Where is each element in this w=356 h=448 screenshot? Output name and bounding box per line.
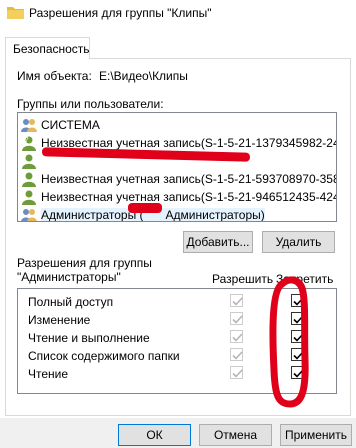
object-name-value: E:\Видео\Клипы [99, 69, 188, 83]
list-item-label: СИСТЕМА [41, 118, 100, 132]
title-bar: Разрешения для группы "Клипы" [0, 0, 356, 28]
permission-name: Список содержимого папки [28, 349, 180, 363]
folder-icon [7, 7, 24, 19]
allow-checkbox[interactable] [230, 312, 243, 325]
add-button[interactable]: Добавить... [183, 231, 253, 253]
ok-button[interactable]: ОК [118, 424, 191, 446]
groups-users-label: Группы или пользователи: [17, 97, 164, 111]
remove-button[interactable]: Удалить [262, 231, 335, 253]
unknown-user-icon [22, 190, 36, 205]
object-name-label: Имя объекта: [17, 69, 92, 83]
window-title: Разрешения для группы "Клипы" [29, 6, 212, 20]
allow-checkbox[interactable] [230, 294, 243, 307]
allow-checkbox[interactable] [230, 330, 243, 343]
permission-name: Чтение и выполнение [28, 331, 150, 345]
users-group-icon [21, 119, 37, 132]
list-item-label: Неизвестная учетная запись(S-1-5-21-5937… [41, 172, 337, 186]
permissions-heading: Разрешения для группы [17, 256, 152, 270]
redaction-stroke [128, 203, 162, 213]
allow-checkbox[interactable] [230, 348, 243, 361]
allow-column-header: Разрешить [212, 272, 274, 286]
red-annotation-outline [269, 276, 309, 408]
permissions-scrollbar[interactable] [336, 290, 337, 394]
svg-text:?: ? [25, 136, 29, 144]
apply-button[interactable]: Применить [280, 424, 352, 446]
list-item-label: Неизвестная учетная запись(S-1-5-21-9465… [41, 190, 337, 204]
tab-security[interactable]: Безопасность [5, 37, 90, 59]
permission-name: Чтение [28, 367, 69, 381]
users-listbox[interactable]: СИСТЕМА ? Неизвестная учетная запись(S-1… [17, 112, 337, 222]
unknown-user-icon: ? [22, 136, 36, 151]
permission-name: Полный доступ [28, 295, 114, 309]
tab-security-label: Безопасность [13, 42, 90, 56]
permissions-heading-group: "Администраторы" [17, 270, 121, 284]
allow-checkbox[interactable] [230, 366, 243, 379]
cancel-button[interactable]: Отмена [199, 424, 272, 446]
admin-name-part2: Администраторы) [165, 208, 265, 222]
unknown-user-icon [22, 172, 36, 187]
users-group-icon [21, 209, 37, 221]
permission-name: Изменение [28, 313, 91, 327]
unknown-user-icon [22, 154, 36, 169]
